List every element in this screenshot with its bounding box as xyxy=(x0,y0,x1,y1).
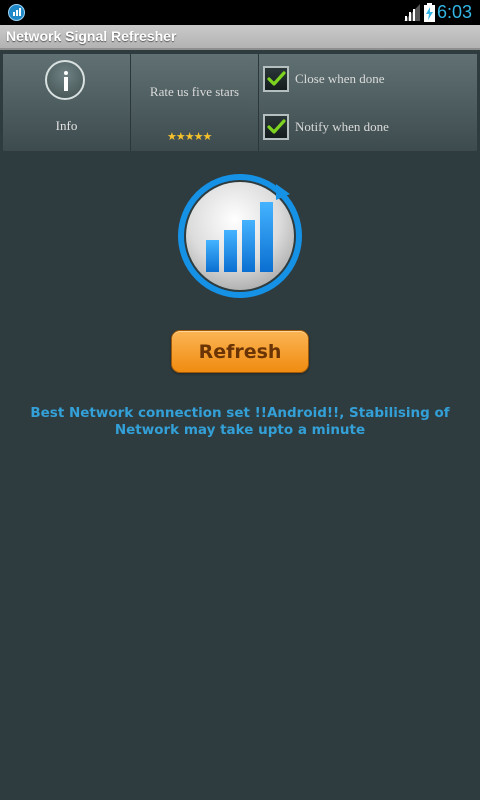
close-when-done-checkbox[interactable] xyxy=(263,66,289,92)
battery-charging-icon xyxy=(424,3,435,22)
info-icon xyxy=(45,60,85,100)
options-checklist: Close when done Notify when done xyxy=(259,54,477,151)
checkmark-icon xyxy=(267,71,286,86)
options-panel: Info Rate us five stars ★★★★★ Close when… xyxy=(3,54,477,151)
app-signal-icon xyxy=(8,4,25,21)
checkmark-icon xyxy=(267,119,286,134)
notify-when-done-label: Notify when done xyxy=(295,119,389,134)
status-message: Best Network connection set !!Android!!,… xyxy=(30,405,450,438)
info-button[interactable]: Info xyxy=(3,54,131,151)
network-refresh-icon xyxy=(178,174,302,298)
title-bar: Network Signal Refresher xyxy=(0,25,480,50)
app-title: Network Signal Refresher xyxy=(6,28,177,44)
notify-when-done-checkbox[interactable] xyxy=(263,114,289,140)
notify-when-done-option[interactable]: Notify when done xyxy=(263,112,389,142)
clock: 6:03 xyxy=(436,2,472,22)
status-bar: 6:03 xyxy=(0,0,480,25)
five-stars-icon: ★★★★★ xyxy=(167,130,212,143)
close-when-done-label: Close when done xyxy=(295,71,385,86)
rate-button[interactable]: Rate us five stars ★★★★★ xyxy=(131,54,259,151)
rate-label: Rate us five stars xyxy=(149,84,240,99)
close-when-done-option[interactable]: Close when done xyxy=(263,64,385,94)
refresh-button[interactable]: Refresh xyxy=(171,330,309,373)
cell-signal-icon xyxy=(404,4,420,21)
info-label: Info xyxy=(55,118,78,133)
